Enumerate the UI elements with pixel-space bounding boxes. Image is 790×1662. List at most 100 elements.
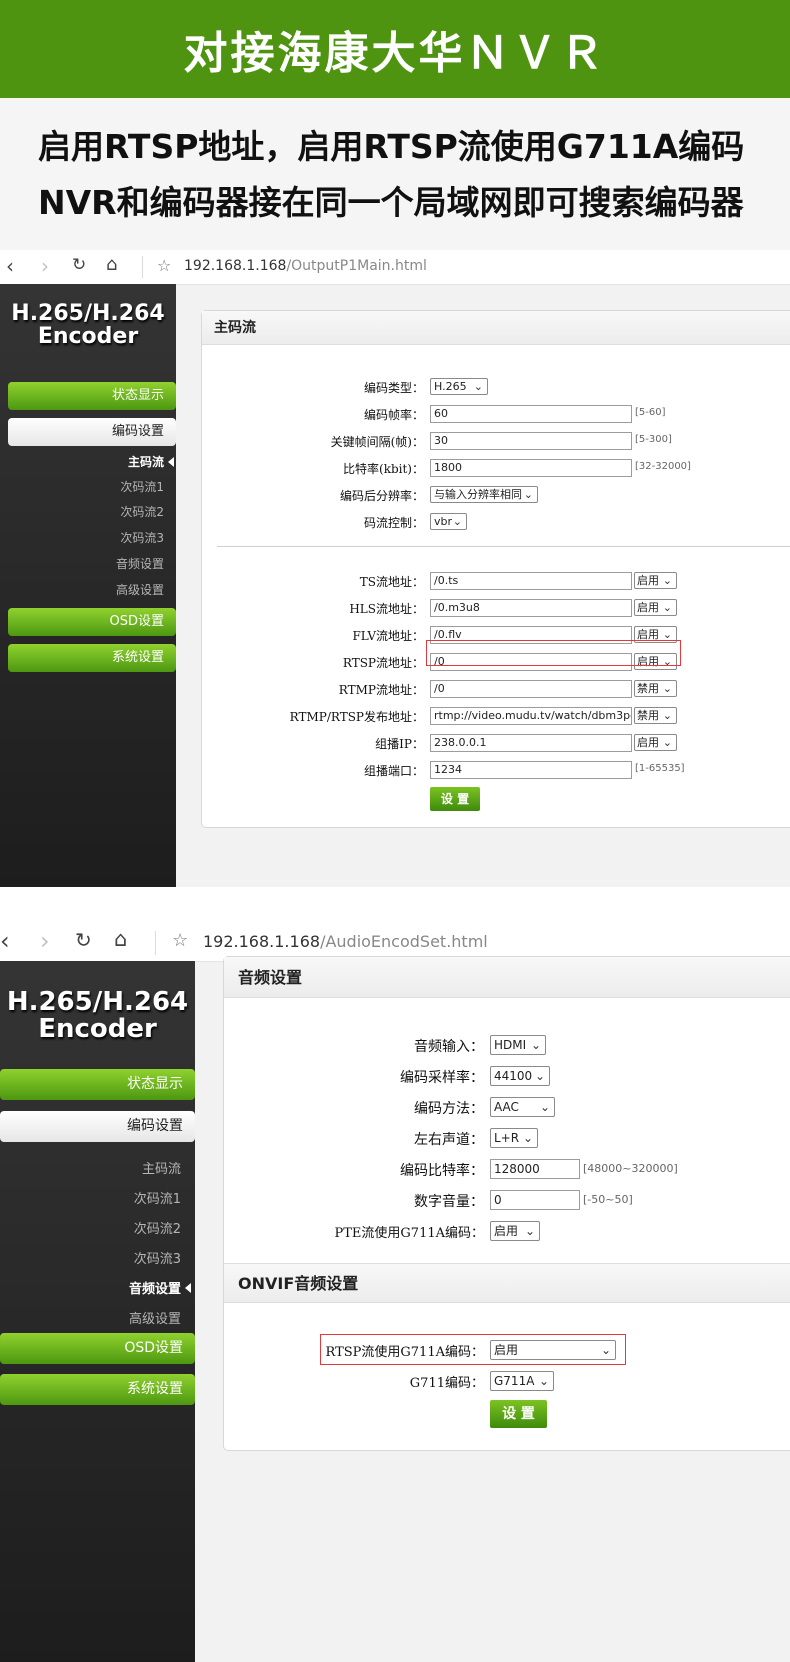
chevron-down-icon: ⌄ [662,736,672,749]
stream-enable-select[interactable]: 启用 ⌄ [634,572,677,589]
nav-sub-stream-3[interactable]: 次码流3 [120,529,164,546]
address-bar[interactable]: 192.168.1.168/OutputP1Main.html [184,258,427,274]
g711-codec-select[interactable]: G711A ⌄ [490,1371,554,1391]
stream-address-input[interactable]: /0.m3u8 [430,599,632,617]
resolution-select[interactable]: 与输入分辨率相同 ⌄ [430,486,538,503]
stream-enable-select[interactable]: 启用 ⌄ [634,734,677,751]
audio-bitrate-input[interactable]: 128000 [490,1159,580,1179]
keyframe-input[interactable]: 30 [430,432,632,450]
rtsp-g711-value: 启用 [494,1343,519,1357]
separator-gap [0,887,790,924]
nav-main-stream[interactable]: 主码流 [128,453,175,470]
logo-line-1: H.265/H.264 [11,301,165,326]
intro-section: 启用RTSP地址，启用RTSP流使用G711A编码 NVR和编码器接在同一个局域… [0,98,790,250]
back-icon[interactable]: ‹ [0,927,10,955]
volume-input[interactable]: 0 [490,1190,580,1210]
star-icon[interactable]: ☆ [157,256,171,275]
chevron-down-icon: ⌄ [530,1038,541,1052]
multicast-port-hint: [1-65535] [635,763,685,774]
nav-advanced-settings[interactable]: 高级设置 [116,581,164,598]
nav-encode-settings[interactable]: 编码设置 [0,1111,195,1142]
frame-rate-input[interactable]: 60 [430,405,632,423]
stream-enable-value: 禁用 [637,709,659,722]
pte-g711-value: 启用 [494,1224,519,1238]
multicast-port-input[interactable]: 1234 [430,761,632,779]
home-icon[interactable]: ⌂ [114,927,127,951]
nav-system-settings[interactable]: 系统设置 [8,644,176,672]
nav-sub-stream-1[interactable]: 次码流1 [134,1188,181,1207]
reload-icon[interactable]: ↻ [75,928,92,952]
bitrate-input[interactable]: 1800 [430,459,632,477]
codec-type-label: 编码类型： [363,381,424,395]
encoder-logo: H.265/H.264 Encoder [0,988,195,1045]
stream-address-input[interactable]: /0.ts [430,572,632,590]
back-icon[interactable]: ‹ [6,254,14,278]
nav-audio-settings[interactable]: 音频设置 [129,1278,192,1297]
stream-enable-select[interactable]: 禁用 ⌄ [634,680,677,697]
audio-bitrate-label: 编码比特率： [400,1163,484,1179]
nav-status[interactable]: 状态显示 [0,1069,195,1100]
sample-rate-value: 44100 [494,1069,533,1083]
audio-settings-panel: 音频设置 音频输入： HDMI ⌄ 编码采样率： 44100 ⌄ 编码方法： AAC… [223,956,790,1451]
nav-sub-stream-1[interactable]: 次码流1 [120,478,164,495]
logo-line-2: Encoder [38,1014,157,1045]
panel-title: 音频设置 [224,957,790,998]
stream-label: RTMP/RTSP发布地址： [289,710,424,724]
stream-label: 组播IP： [375,737,424,751]
rtsp-g711-select[interactable]: 启用 ⌄ [490,1340,616,1360]
stream-enable-select[interactable]: 启用 ⌄ [634,599,677,616]
home-icon[interactable]: ⌂ [106,254,117,275]
frame-rate-label: 编码帧率： [363,408,424,422]
address-bar[interactable]: 192.168.1.168/AudioEncodSet.html [203,932,488,951]
save-button[interactable]: 设 置 [490,1400,547,1428]
stream-address-input[interactable]: 238.0.0.1 [430,734,632,752]
chevron-down-icon: ⌄ [539,1100,550,1114]
nav-advanced-settings[interactable]: 高级设置 [129,1308,181,1327]
nav-main-stream[interactable]: 主码流 [142,1158,181,1177]
stream-address-input[interactable]: /0 [430,680,632,698]
frame-rate-hint: [5-60] [635,407,666,418]
nav-sub-stream-3[interactable]: 次码流3 [134,1248,181,1267]
reload-icon[interactable]: ↻ [72,255,86,275]
nav-sub-stream-2[interactable]: 次码流2 [134,1218,181,1237]
chevron-down-icon: ⌄ [522,1131,533,1145]
encoder-logo: H.265/H.264 Encoder [0,302,176,348]
stream-enable-select[interactable]: 禁用 ⌄ [634,707,677,724]
forward-icon[interactable]: › [41,254,49,278]
nav-osd-settings[interactable]: OSD设置 [8,608,176,636]
stream-label: RTSP流地址： [342,656,424,670]
bitrate-label: 比特率(kbit)： [343,462,424,476]
panel-title: 主码流 [202,311,790,345]
codec-type-select[interactable]: H.265 ⌄ [430,378,488,395]
channels-value: L+R [494,1131,520,1145]
chevron-down-icon: ⌄ [524,1224,535,1238]
sample-rate-label: 编码采样率： [400,1070,484,1086]
save-button[interactable]: 设 置 [430,787,480,811]
stream-label: HLS流地址： [349,602,424,616]
nav-osd-settings[interactable]: OSD设置 [0,1333,195,1364]
browser-toolbar: ‹ › ↻ ⌂ ☆ 192.168.1.168/OutputP1Main.htm… [0,250,790,285]
onvif-section-title: ONVIF音频设置 [224,1263,790,1303]
star-icon[interactable]: ☆ [172,930,188,951]
nav-sub-stream-2[interactable]: 次码流2 [120,503,164,520]
nav-status[interactable]: 状态显示 [8,382,176,410]
codec-select[interactable]: AAC ⌄ [490,1097,555,1117]
channels-select[interactable]: L+R ⌄ [490,1128,538,1148]
url-host: 192.168.1.168 [184,258,287,274]
rate-control-label: 码流控制： [363,516,424,530]
rate-control-select[interactable]: vbr ⌄ [430,513,467,530]
stream-enable-value: 启用 [637,736,659,749]
chevron-down-icon: ⌄ [523,488,533,501]
nav-system-settings[interactable]: 系统设置 [0,1374,195,1405]
audio-input-select[interactable]: HDMI ⌄ [490,1035,546,1055]
resolution-value: 与输入分辨率相同 [434,488,522,501]
resolution-label: 编码后分辨率： [339,489,424,503]
chevron-down-icon: ⌄ [600,1343,611,1357]
pte-g711-select[interactable]: 启用 ⌄ [490,1221,540,1241]
forward-icon[interactable]: › [40,927,50,955]
screenshot-main-stream: ‹ › ↻ ⌂ ☆ 192.168.1.168/OutputP1Main.htm… [0,250,790,887]
sample-rate-select[interactable]: 44100 ⌄ [490,1066,550,1086]
nav-audio-settings[interactable]: 音频设置 [116,555,164,572]
stream-address-input[interactable]: rtmp://video.mudu.tv/watch/dbm3pd [430,707,632,725]
nav-encode-settings[interactable]: 编码设置 [8,418,176,446]
